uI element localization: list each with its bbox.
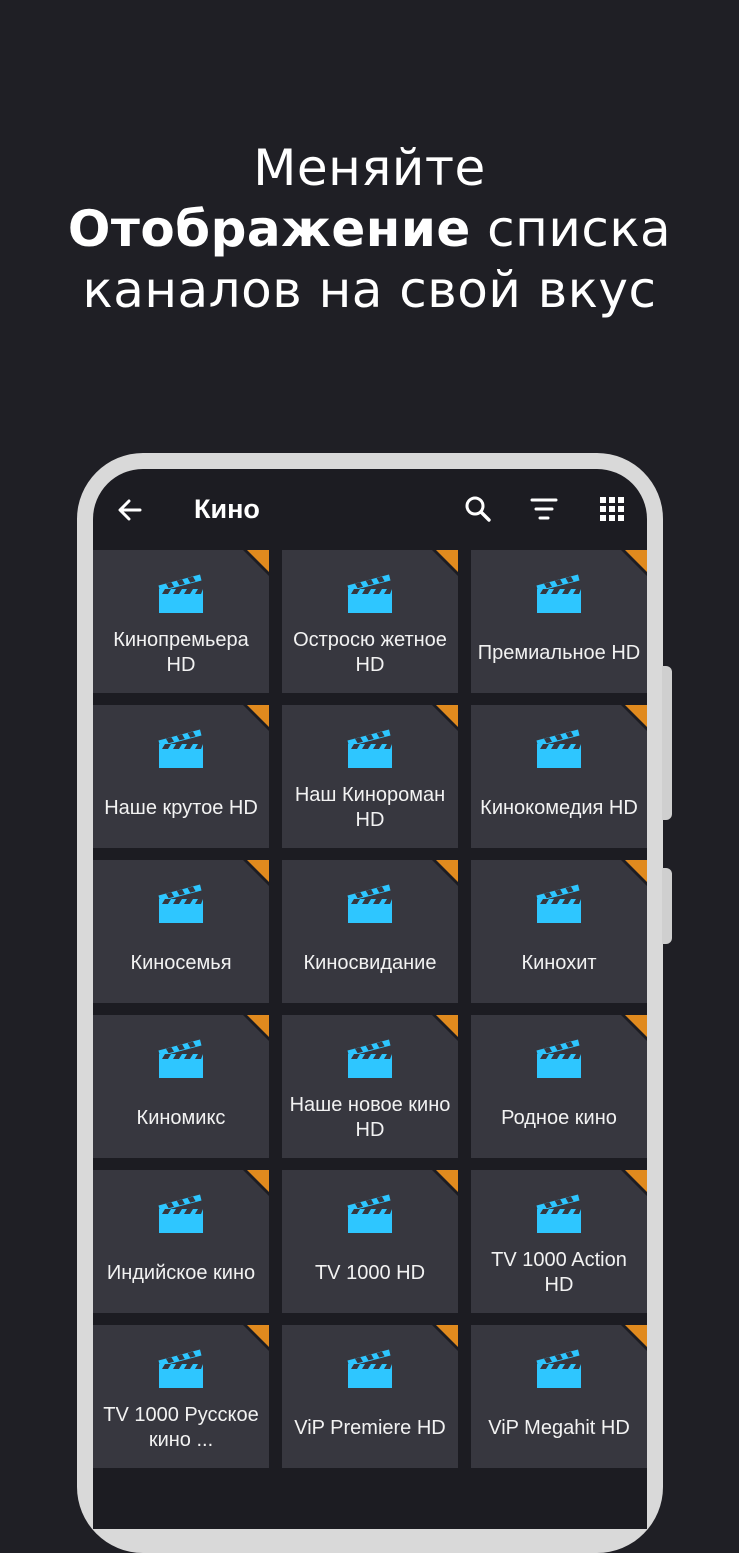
channel-name: Наше новое кино HD	[289, 1094, 451, 1141]
page-title: Кино	[194, 494, 260, 524]
favorite-corner-badge	[436, 1170, 458, 1192]
clapperboard-icon	[158, 729, 203, 768]
channel-name: Киномикс	[136, 1106, 226, 1129]
channel-name: ViP Megahit HD	[488, 1416, 630, 1439]
clapperboard-icon	[536, 1194, 581, 1233]
favorite-corner-badge	[247, 860, 269, 882]
headline-line-2-rest: списка	[470, 200, 672, 258]
headline-line-3: каналов на свой вкус	[82, 261, 657, 319]
clapperboard-icon	[347, 1039, 392, 1078]
channel-name: Кинокомедия HD	[480, 796, 638, 819]
clapperboard-icon	[158, 1039, 203, 1078]
favorite-corner-badge	[436, 860, 458, 882]
channel-tile[interactable]: ViP Premiere HD	[282, 1325, 458, 1468]
clapperboard-icon	[536, 729, 581, 768]
favorite-corner-badge	[436, 1015, 458, 1037]
clapperboard-icon	[536, 1039, 581, 1078]
phone-screen: Кино Кинопремьера HD Остросю жетное HD П…	[93, 469, 647, 1529]
channel-tile[interactable]: Наше крутое HD	[93, 705, 269, 848]
channel-name: Кинохит	[521, 951, 597, 974]
channel-tile[interactable]: Киносемья	[93, 860, 269, 1003]
clapperboard-icon	[536, 884, 581, 923]
channel-tile[interactable]: Кинохит	[471, 860, 647, 1003]
channel-tile[interactable]: Родное кино	[471, 1015, 647, 1158]
channel-tile[interactable]: Наш Кинороман HD	[282, 705, 458, 848]
channel-name: Наш Кинороман HD	[294, 784, 446, 831]
channel-tile[interactable]: Остросю жетное HD	[282, 550, 458, 693]
clapperboard-icon	[347, 729, 392, 768]
channel-name: TV 1000 HD	[314, 1261, 426, 1284]
favorite-corner-badge	[625, 705, 647, 727]
clapperboard-icon	[347, 1194, 392, 1233]
channel-name: TV 1000 Русское кино ...	[103, 1404, 259, 1451]
channel-name: Киносемья	[130, 951, 232, 974]
favorite-corner-badge	[625, 1325, 647, 1347]
channel-name: Остросю жетное HD	[293, 629, 447, 676]
clapperboard-icon	[158, 574, 203, 613]
favorite-corner-badge	[436, 705, 458, 727]
favorite-corner-badge	[625, 1015, 647, 1037]
clapperboard-icon	[536, 574, 581, 613]
headline-line-2: Отображение списка	[0, 199, 739, 260]
clapperboard-icon	[158, 1194, 203, 1233]
headline-bold-word: Отображение	[67, 200, 471, 258]
channel-tile[interactable]: Наше новое кино HD	[282, 1015, 458, 1158]
favorite-corner-badge	[247, 1325, 269, 1347]
channel-tile[interactable]: TV 1000 HD	[282, 1170, 458, 1313]
filter-icon[interactable]	[528, 493, 560, 525]
channel-name: Родное кино	[501, 1106, 617, 1129]
search-icon[interactable]	[462, 493, 494, 525]
headline-line-1: Меняйте	[253, 139, 486, 197]
clapperboard-icon	[347, 1349, 392, 1388]
channel-grid: Кинопремьера HD Остросю жетное HD Премиа…	[93, 550, 647, 1468]
channel-tile[interactable]: TV 1000 Action HD	[471, 1170, 647, 1313]
promo-headline: Меняйте Отображение списка каналов на св…	[0, 138, 739, 321]
channel-tile[interactable]: Премиальное HD	[471, 550, 647, 693]
favorite-corner-badge	[625, 550, 647, 572]
phone-power-button	[662, 868, 672, 944]
arrow-left-icon[interactable]	[115, 495, 145, 525]
favorite-corner-badge	[436, 550, 458, 572]
channel-name: Индийское кино	[106, 1261, 256, 1284]
channel-name: ViP Premiere HD	[294, 1416, 446, 1439]
channel-tile[interactable]: Индийское кино	[93, 1170, 269, 1313]
channel-name: Наше крутое HD	[104, 796, 258, 819]
clapperboard-icon	[158, 884, 203, 923]
channel-tile[interactable]: Киномикс	[93, 1015, 269, 1158]
channel-tile[interactable]: TV 1000 Русское кино ...	[93, 1325, 269, 1468]
clapperboard-icon	[536, 1349, 581, 1388]
favorite-corner-badge	[247, 705, 269, 727]
channel-tile[interactable]: Кинопремьера HD	[93, 550, 269, 693]
channel-tile[interactable]: ViP Megahit HD	[471, 1325, 647, 1468]
clapperboard-icon	[158, 1349, 203, 1388]
favorite-corner-badge	[436, 1325, 458, 1347]
app-bar: Кино	[93, 469, 647, 549]
favorite-corner-badge	[625, 860, 647, 882]
grid-view-icon[interactable]	[596, 493, 628, 525]
channel-tile[interactable]: Кинокомедия HD	[471, 705, 647, 848]
channel-name: Кинопремьера HD	[113, 629, 249, 676]
favorite-corner-badge	[625, 1170, 647, 1192]
channel-name: Киносвидание	[303, 951, 437, 974]
channel-name: Премиальное HD	[477, 641, 641, 664]
clapperboard-icon	[347, 884, 392, 923]
channel-tile[interactable]: Киносвидание	[282, 860, 458, 1003]
favorite-corner-badge	[247, 1170, 269, 1192]
clapperboard-icon	[347, 574, 392, 613]
favorite-corner-badge	[247, 550, 269, 572]
favorite-corner-badge	[247, 1015, 269, 1037]
channel-name: TV 1000 Action HD	[491, 1249, 627, 1296]
phone-volume-button	[662, 666, 672, 820]
